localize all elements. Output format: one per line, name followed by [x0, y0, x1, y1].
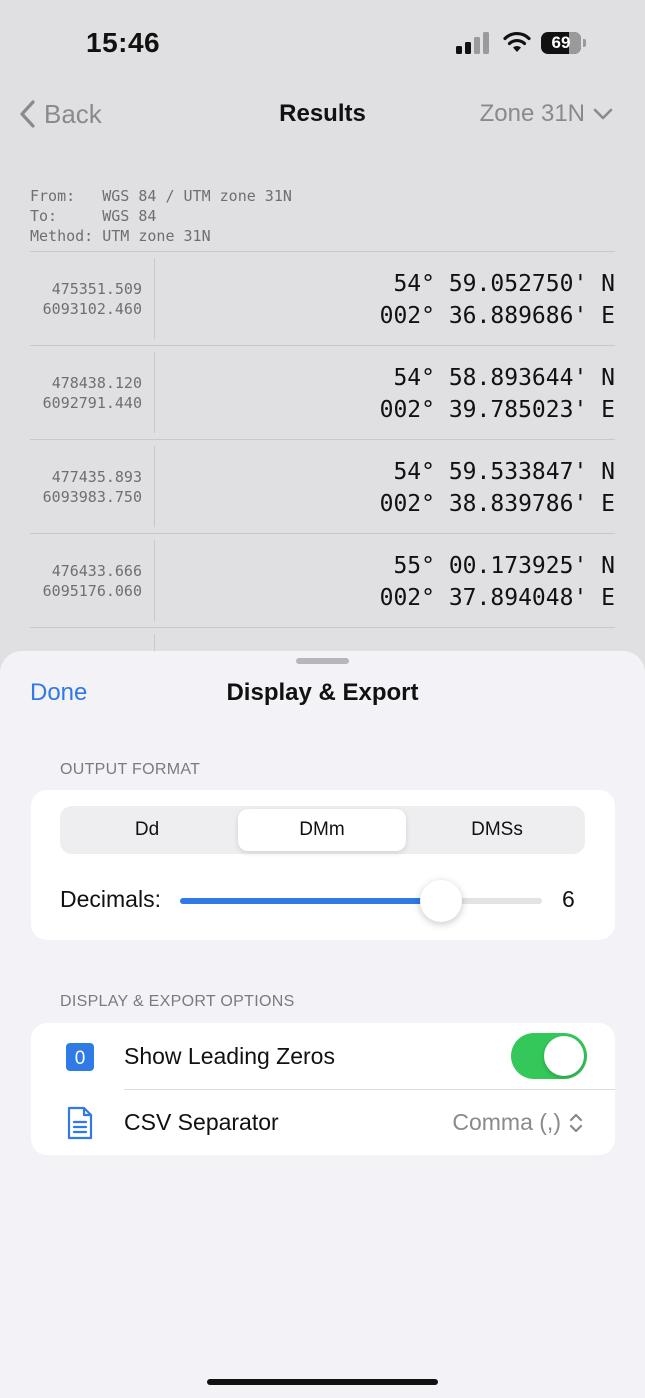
battery-level: 69 — [551, 33, 571, 52]
column-divider — [154, 258, 155, 339]
utm-coordinates: 475351.509 6093102.460 — [30, 279, 142, 319]
zero-badge-text: 0 — [75, 1048, 86, 1069]
status-bar: 15:46 69 — [0, 0, 645, 80]
easting: 475351.509 — [51, 280, 142, 298]
decimals-value: 6 — [562, 886, 575, 912]
cellular-signal-icon — [456, 32, 492, 54]
easting: 476433.666 — [51, 562, 142, 580]
latitude: 54° 58.893644' N — [379, 365, 615, 391]
output-format-card: Dd DMm DMSs Decimals: 6 — [31, 790, 615, 940]
display-export-sheet: Done Display & Export OUTPUT FORMAT Dd D… — [0, 651, 645, 1398]
options-card: 0 Show Leading Zeros CSV Separator Comma… — [31, 1023, 615, 1155]
toggle-knob — [544, 1036, 584, 1076]
segment-dmss[interactable]: DMSs — [413, 809, 581, 851]
status-time: 15:46 — [86, 27, 161, 58]
column-divider — [154, 540, 155, 621]
northing: 6095176.060 — [42, 582, 142, 600]
chevron-down-icon — [593, 108, 613, 120]
northing: 6092791.440 — [42, 394, 142, 412]
sheet-grabber[interactable] — [296, 658, 349, 664]
result-row[interactable]: 478438.120 6092791.440 54° 58.893644' N 00… — [30, 345, 615, 439]
wifi-icon — [503, 31, 531, 52]
column-divider — [154, 446, 155, 527]
longitude: 002° 38.839786' E — [379, 491, 615, 517]
battery-icon: 69 — [541, 32, 587, 54]
geographic-coordinates: 54° 58.893644' N 002° 39.785023' E — [380, 362, 615, 426]
leading-zeros-toggle[interactable] — [511, 1033, 587, 1079]
latitude: 55° 00.173925' N — [379, 553, 615, 579]
column-divider — [154, 352, 155, 433]
utm-coordinates: 478438.120 6092791.440 — [30, 373, 142, 413]
conversion-info: From: WGS 84 / UTM zone 31N To: WGS 84 Met… — [30, 186, 292, 246]
geographic-coordinates: 54° 59.052750' N 002° 36.889686' E — [380, 268, 615, 332]
segment-dmm[interactable]: DMm — [238, 809, 406, 851]
updown-chevron-icon — [569, 1113, 583, 1132]
sheet-title: Display & Export — [226, 679, 419, 706]
nav-bar: Back Results Zone 31N — [0, 88, 645, 140]
home-indicator — [207, 1379, 438, 1385]
latitude: 54° 59.533847' N — [379, 459, 615, 485]
northing: 6093983.750 — [42, 488, 142, 506]
leading-zeros-row: 0 Show Leading Zeros — [31, 1023, 615, 1089]
decimals-slider[interactable] — [180, 880, 542, 922]
meta-method: Method: UTM zone 31N — [30, 227, 211, 245]
format-segmented-control: Dd DMm DMSs — [60, 806, 585, 854]
easting: 478438.120 — [51, 374, 142, 392]
longitude: 002° 39.785023' E — [379, 397, 615, 423]
slider-thumb[interactable] — [419, 880, 462, 922]
csv-separator-picker[interactable]: Comma (,) — [452, 1109, 583, 1136]
result-row[interactable]: 475351.509 6093102.460 54° 59.052750' N 00… — [30, 251, 615, 345]
options-header: DISPLAY & EXPORT OPTIONS — [60, 993, 295, 1010]
longitude: 002° 37.894048' E — [379, 585, 615, 611]
zone-label: Zone 31N — [479, 100, 585, 127]
zero-badge-icon: 0 — [66, 1043, 94, 1071]
csv-separator-value: Comma (,) — [452, 1109, 561, 1135]
utm-coordinates: 477435.893 6093983.750 — [30, 467, 142, 507]
slider-fill — [180, 898, 441, 904]
easting: 477435.893 — [51, 468, 142, 486]
meta-from: From: WGS 84 / UTM zone 31N — [30, 187, 292, 205]
northing: 6093102.460 — [42, 300, 142, 318]
document-icon — [67, 1106, 93, 1140]
latitude: 54° 59.052750' N — [379, 271, 615, 297]
result-row[interactable]: 477435.893 6093983.750 54° 59.533847' N 00… — [30, 439, 615, 533]
meta-to: To: WGS 84 — [30, 207, 157, 225]
segment-dd[interactable]: Dd — [63, 809, 231, 851]
csv-separator-row[interactable]: CSV Separator Comma (,) — [31, 1090, 615, 1156]
geographic-coordinates: 54° 59.533847' N 002° 38.839786' E — [380, 456, 615, 520]
decimals-label: Decimals: — [60, 886, 161, 912]
longitude: 002° 36.889686' E — [379, 303, 615, 329]
utm-coordinates: 476433.666 6095176.060 — [30, 561, 142, 601]
csv-separator-label: CSV Separator — [124, 1109, 279, 1135]
leading-zeros-label: Show Leading Zeros — [124, 1043, 335, 1069]
geographic-coordinates: 55° 00.173925' N 002° 37.894048' E — [380, 550, 615, 614]
output-format-header: OUTPUT FORMAT — [60, 761, 201, 778]
result-row[interactable]: 476433.666 6095176.060 55° 00.173925' N 00… — [30, 533, 615, 627]
zone-selector[interactable]: Zone 31N — [480, 100, 613, 128]
